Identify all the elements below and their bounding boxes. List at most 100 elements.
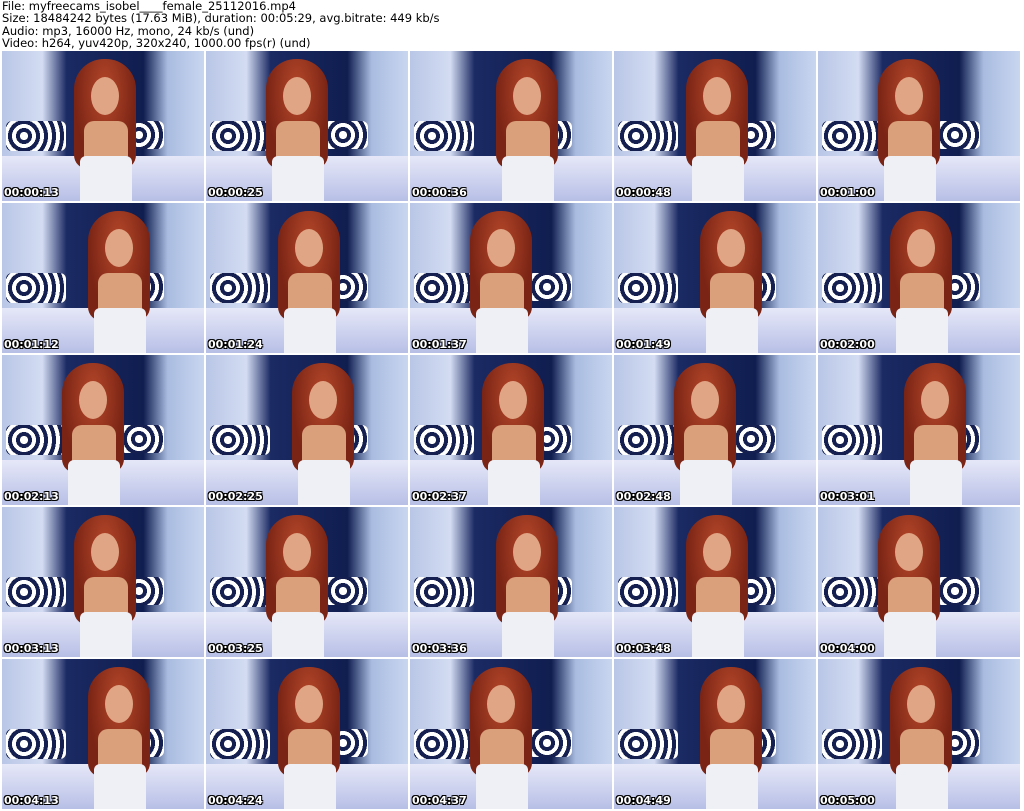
timestamp: 00:04:49 bbox=[616, 794, 671, 807]
person-dress bbox=[706, 764, 758, 809]
pillow bbox=[414, 729, 474, 759]
pillow bbox=[210, 273, 270, 303]
timestamp: 00:03:25 bbox=[208, 642, 263, 655]
video-thumbnail: 00:04:49 bbox=[614, 659, 816, 809]
pillow bbox=[6, 577, 66, 607]
person-face bbox=[703, 533, 731, 571]
person-face bbox=[921, 381, 949, 419]
timestamp: 00:03:13 bbox=[4, 642, 59, 655]
video-thumbnail: 00:04:00 bbox=[818, 507, 1020, 657]
person-dress bbox=[502, 156, 554, 201]
pillow bbox=[822, 577, 882, 607]
person-face bbox=[691, 381, 719, 419]
video-info: Video: h264, yuv420p, 320x240, 1000.00 f… bbox=[2, 36, 311, 51]
person-dress bbox=[896, 308, 948, 353]
timestamp: 00:02:13 bbox=[4, 490, 59, 503]
pillow bbox=[210, 729, 270, 759]
person-body bbox=[98, 273, 142, 313]
video-thumbnail: 00:02:48 bbox=[614, 355, 816, 505]
person-dress bbox=[680, 460, 732, 505]
person-face bbox=[907, 229, 935, 267]
timestamp: 00:00:13 bbox=[4, 186, 59, 199]
person-body bbox=[900, 729, 944, 769]
video-thumbnail: 00:00:13 bbox=[2, 51, 204, 201]
pillow bbox=[414, 273, 474, 303]
pillow bbox=[210, 425, 270, 455]
person-face bbox=[295, 685, 323, 723]
video-thumbnail: 00:01:49 bbox=[614, 203, 816, 353]
video-thumbnail: 00:04:37 bbox=[410, 659, 612, 809]
person-face bbox=[295, 229, 323, 267]
pillow bbox=[414, 121, 474, 151]
pillow bbox=[414, 577, 474, 607]
video-thumbnail: 00:02:25 bbox=[206, 355, 408, 505]
person-face bbox=[717, 229, 745, 267]
person-body bbox=[888, 577, 932, 617]
pillow bbox=[618, 121, 678, 151]
thumbnail-grid: 00:00:13 00:00:25 00:00:36 00:00:48 00:01:00… bbox=[2, 51, 1020, 809]
pillow bbox=[6, 121, 66, 151]
timestamp: 00:05:00 bbox=[820, 794, 875, 807]
video-thumbnail: 00:03:25 bbox=[206, 507, 408, 657]
person-face bbox=[91, 533, 119, 571]
video-thumbnail: 00:01:12 bbox=[2, 203, 204, 353]
person-face bbox=[283, 533, 311, 571]
video-thumbnail: 00:02:13 bbox=[2, 355, 204, 505]
person-body bbox=[492, 425, 536, 465]
video-thumbnail: 00:00:25 bbox=[206, 51, 408, 201]
video-thumbnail: 00:01:00 bbox=[818, 51, 1020, 201]
timestamp: 00:02:37 bbox=[412, 490, 467, 503]
video-thumbnail: 00:01:37 bbox=[410, 203, 612, 353]
person-dress bbox=[884, 612, 936, 657]
person-dress bbox=[896, 764, 948, 809]
file-info: File: myfreecams_isobel____female_251120… bbox=[2, 0, 440, 50]
person-body bbox=[684, 425, 728, 465]
person-body bbox=[710, 273, 754, 313]
pillow bbox=[414, 425, 474, 455]
person-dress bbox=[80, 156, 132, 201]
person-face bbox=[717, 685, 745, 723]
timestamp: 00:02:48 bbox=[616, 490, 671, 503]
pillow bbox=[822, 729, 882, 759]
video-thumbnail: 00:00:36 bbox=[410, 51, 612, 201]
timestamp: 00:02:00 bbox=[820, 338, 875, 351]
person-body bbox=[288, 729, 332, 769]
person-body bbox=[98, 729, 142, 769]
person-face bbox=[79, 381, 107, 419]
person-body bbox=[288, 273, 332, 313]
person-dress bbox=[94, 308, 146, 353]
person-face bbox=[105, 685, 133, 723]
person-face bbox=[907, 685, 935, 723]
person-face bbox=[895, 77, 923, 115]
pillow bbox=[210, 121, 270, 151]
person-dress bbox=[476, 764, 528, 809]
person-dress bbox=[488, 460, 540, 505]
timestamp: 00:04:37 bbox=[412, 794, 467, 807]
person-face bbox=[895, 533, 923, 571]
person-body bbox=[900, 273, 944, 313]
person-body bbox=[276, 121, 320, 161]
person-body bbox=[888, 121, 932, 161]
pillow bbox=[822, 121, 882, 151]
video-thumbnail: 00:03:36 bbox=[410, 507, 612, 657]
video-thumbnail: 00:05:00 bbox=[818, 659, 1020, 809]
person-body bbox=[506, 121, 550, 161]
video-thumbnail: 00:02:37 bbox=[410, 355, 612, 505]
person-dress bbox=[298, 460, 350, 505]
person-dress bbox=[80, 612, 132, 657]
video-thumbnail: 00:00:48 bbox=[614, 51, 816, 201]
timestamp: 00:03:36 bbox=[412, 642, 467, 655]
person-face bbox=[487, 685, 515, 723]
pillow bbox=[6, 729, 66, 759]
pillow bbox=[618, 273, 678, 303]
timestamp: 00:01:49 bbox=[616, 338, 671, 351]
timestamp: 00:01:00 bbox=[820, 186, 875, 199]
person-face bbox=[487, 229, 515, 267]
person-dress bbox=[884, 156, 936, 201]
person-dress bbox=[272, 156, 324, 201]
timestamp: 00:04:13 bbox=[4, 794, 59, 807]
person-body bbox=[914, 425, 958, 465]
timestamp: 00:00:48 bbox=[616, 186, 671, 199]
person-dress bbox=[476, 308, 528, 353]
pillow bbox=[618, 577, 678, 607]
